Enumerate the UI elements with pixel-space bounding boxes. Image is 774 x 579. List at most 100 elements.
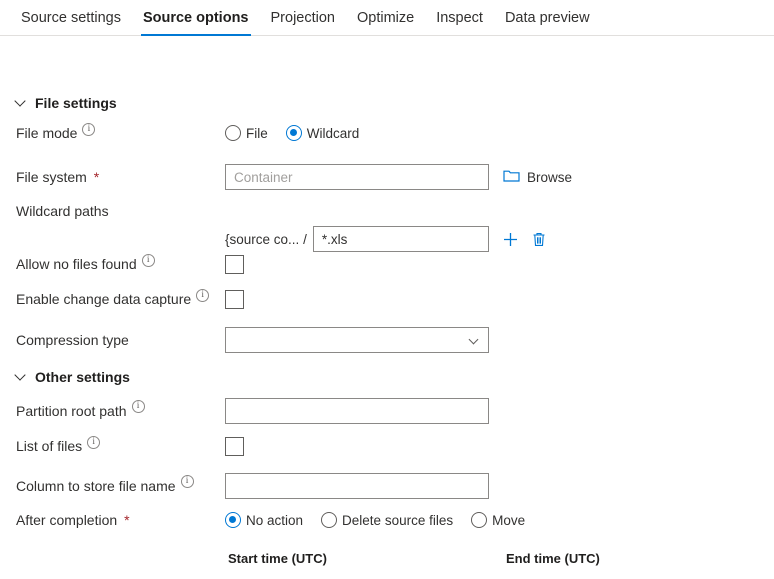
tab-label: Source settings <box>21 9 121 26</box>
label-file-system: File system * <box>0 169 225 186</box>
tab-label: Projection <box>270 9 335 26</box>
row-wildcard-paths-control: x {source co... / <box>0 226 774 252</box>
radio-file-mode-file[interactable]: File <box>225 125 268 142</box>
section-header-file-settings[interactable]: File settings <box>0 88 117 118</box>
radio-file-mode-wildcard[interactable]: Wildcard <box>285 125 360 142</box>
radio-label: No action <box>246 512 304 528</box>
tab-data-preview[interactable]: Data preview <box>494 0 601 35</box>
row-partition-root-path: Partition root path i <box>0 398 774 424</box>
tab-optimize[interactable]: Optimize <box>346 0 425 35</box>
section-title: File settings <box>35 95 117 111</box>
compression-type-select[interactable] <box>225 327 489 353</box>
info-icon[interactable]: i <box>180 475 194 489</box>
label-text: Compression type <box>16 331 129 348</box>
radio-label: Delete source files <box>342 512 454 528</box>
label-text: List of files <box>16 438 83 455</box>
control-column-to-store-file-name <box>225 473 489 499</box>
row-compression-type: Compression type <box>0 327 774 353</box>
info-icon[interactable]: i <box>131 400 145 414</box>
browse-button[interactable]: Browse <box>503 169 572 186</box>
row-file-system: File system * Browse <box>0 164 774 190</box>
control-wildcard-paths: {source co... / <box>225 226 551 252</box>
partition-root-path-input[interactable] <box>225 398 489 424</box>
control-allow-no-files-found <box>225 255 244 274</box>
row-file-mode: File mode i File Wildcard <box>0 122 774 142</box>
chevron-down-icon <box>16 96 26 106</box>
info-icon[interactable]: i <box>87 435 101 449</box>
info-icon[interactable]: i <box>141 253 155 267</box>
section-header-other-settings[interactable]: Other settings <box>0 362 130 392</box>
radio-dot <box>225 125 241 142</box>
label-enable-change-data-capture: Enable change data capture i <box>0 288 225 308</box>
allow-no-files-found-checkbox[interactable] <box>225 255 244 274</box>
tab-projection[interactable]: Projection <box>260 0 346 35</box>
wildcard-path-input[interactable] <box>312 226 489 252</box>
chevron-down-icon <box>470 336 478 344</box>
label-text: Column to store file name <box>16 477 176 494</box>
row-wildcard-paths: Wildcard paths <box>0 203 774 220</box>
compression-type-select-box[interactable] <box>225 327 489 353</box>
radio-label: Wildcard <box>306 125 360 141</box>
info-icon[interactable]: i <box>196 288 210 302</box>
radio-dot <box>321 512 338 529</box>
wildcard-separator: / <box>303 231 307 247</box>
control-enable-change-data-capture <box>225 290 244 309</box>
info-icon[interactable]: i <box>82 122 96 136</box>
folder-icon <box>503 169 520 186</box>
enable-change-data-capture-checkbox[interactable] <box>225 290 244 309</box>
radio-label: Move <box>492 512 526 528</box>
tab-bar: Source settings Source options Projectio… <box>0 0 774 36</box>
row-column-to-store-file-name: Column to store file name i <box>0 473 774 499</box>
label-wildcard-paths: Wildcard paths <box>0 203 225 220</box>
row-enable-change-data-capture: Enable change data capture i <box>0 288 774 309</box>
required-marker: * <box>124 512 130 528</box>
chevron-down-icon <box>16 370 26 380</box>
radio-dot <box>285 125 302 142</box>
tab-source-options[interactable]: Source options <box>132 0 260 36</box>
list-of-files-checkbox[interactable] <box>225 437 244 456</box>
row-allow-no-files-found: Allow no files found i <box>0 253 774 274</box>
tab-label: Inspect <box>436 9 483 26</box>
radio-after-completion-delete-source-files[interactable]: Delete source files <box>321 512 454 529</box>
start-time-header: Start time (UTC) <box>228 551 327 566</box>
radio-group-after-completion: No action Delete source files Move <box>225 512 543 529</box>
control-list-of-files <box>225 437 244 456</box>
column-to-store-file-name-input[interactable] <box>225 473 489 499</box>
control-compression-type <box>225 327 489 353</box>
radio-dot <box>471 512 488 529</box>
radio-dot <box>225 512 241 529</box>
add-wildcard-path-button[interactable] <box>499 227 523 251</box>
tab-label: Data preview <box>504 9 590 26</box>
section-title: Other settings <box>35 369 130 385</box>
label-partition-root-path: Partition root path i <box>0 400 225 420</box>
label-file-mode: File mode i <box>0 122 225 142</box>
tab-inspect[interactable]: Inspect <box>425 0 494 35</box>
wildcard-path-prefix: {source co... / <box>225 232 307 247</box>
label-text: Wildcard paths <box>16 203 109 219</box>
wildcard-prefix-text: {source co... <box>225 231 300 247</box>
tab-label: Optimize <box>356 9 415 26</box>
browse-label: Browse <box>527 169 573 185</box>
delete-wildcard-path-button[interactable] <box>527 227 551 251</box>
label-text: Enable change data capture <box>16 291 192 308</box>
file-system-input[interactable] <box>225 164 489 190</box>
label-column-to-store-file-name: Column to store file name i <box>0 475 225 495</box>
radio-group-file-mode: File Wildcard <box>225 125 377 142</box>
radio-after-completion-no-action[interactable]: No action <box>225 512 304 529</box>
label-allow-no-files-found: Allow no files found i <box>0 253 225 273</box>
tab-label: Source options <box>142 9 249 26</box>
label-text: Allow no files found <box>16 256 137 273</box>
tab-source-settings[interactable]: Source settings <box>10 0 132 35</box>
row-after-completion: After completion * No action Delete sourc… <box>0 512 774 529</box>
end-time-header: End time (UTC) <box>506 551 600 566</box>
control-file-system: Browse <box>225 164 572 190</box>
radio-after-completion-move[interactable]: Move <box>471 512 526 529</box>
radio-label: File <box>246 125 268 141</box>
control-partition-root-path <box>225 398 489 424</box>
row-list-of-files: List of files i <box>0 435 774 456</box>
label-compression-type: Compression type <box>0 332 225 349</box>
label-text: Partition root path <box>16 402 127 419</box>
required-marker: * <box>93 168 100 185</box>
label-text: After completion <box>16 512 118 528</box>
label-after-completion: After completion * <box>0 512 225 529</box>
